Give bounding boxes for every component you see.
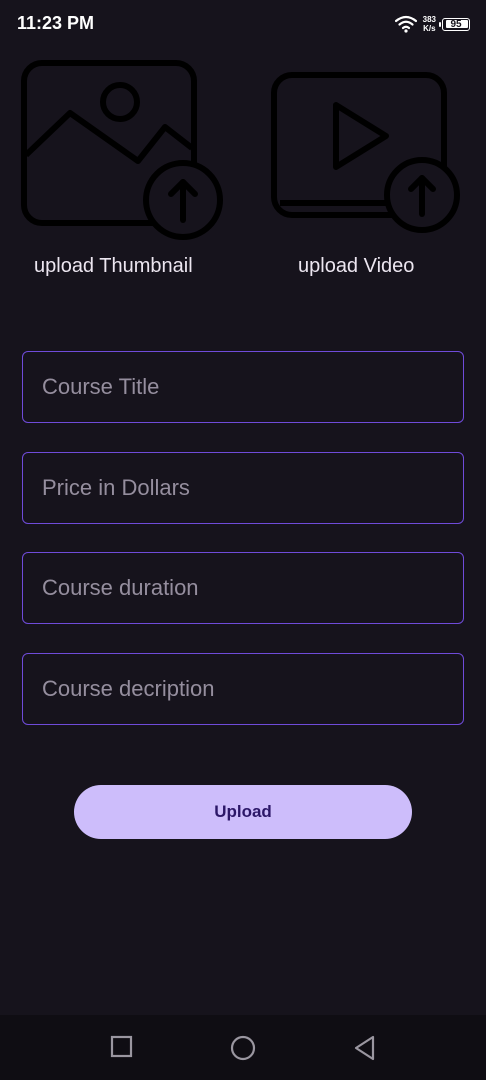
video-upload-icon bbox=[271, 72, 460, 233]
wifi-icon bbox=[394, 15, 417, 33]
price-field bbox=[22, 452, 464, 524]
course-title-input[interactable] bbox=[23, 352, 463, 422]
network-speed-unit: K/s bbox=[423, 24, 436, 33]
course-title-field bbox=[22, 351, 464, 423]
battery-level: 95 bbox=[450, 18, 462, 30]
description-field bbox=[22, 653, 464, 725]
image-upload-icon bbox=[21, 60, 223, 240]
network-speed-value: 383 bbox=[422, 15, 436, 24]
status-bar: 11:23 PM 383 K/s 95 bbox=[0, 0, 486, 48]
price-input[interactable] bbox=[23, 453, 463, 523]
duration-field bbox=[22, 552, 464, 624]
back-triangle-icon[interactable] bbox=[353, 1035, 377, 1061]
upload-button[interactable]: Upload bbox=[74, 785, 412, 839]
duration-input[interactable] bbox=[23, 553, 463, 623]
battery-icon: 95 bbox=[439, 17, 470, 31]
upload-thumbnail-button[interactable]: upload Thumbnail bbox=[20, 55, 223, 285]
upload-thumbnail-label: upload Thumbnail bbox=[34, 255, 193, 277]
home-circle-icon[interactable] bbox=[230, 1035, 256, 1061]
status-time: 11:23 PM bbox=[17, 13, 95, 33]
upload-video-label: upload Video bbox=[298, 255, 415, 277]
status-icons: 383 K/s 95 bbox=[394, 12, 470, 36]
description-input[interactable] bbox=[23, 654, 463, 724]
network-speed: 383 K/s bbox=[423, 15, 436, 33]
navigation-bar bbox=[0, 1015, 486, 1080]
upload-video-button[interactable]: upload Video bbox=[262, 55, 462, 285]
recents-square-icon[interactable] bbox=[110, 1035, 134, 1059]
